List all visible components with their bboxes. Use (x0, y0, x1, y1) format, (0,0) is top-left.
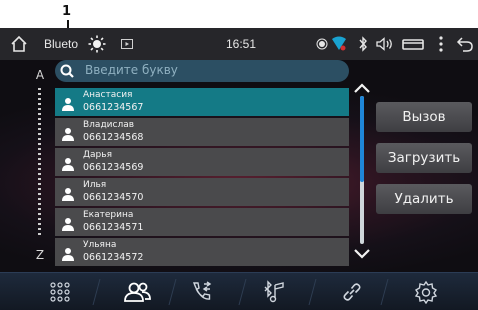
gps-icon (314, 28, 330, 60)
scroll-down-icon[interactable] (352, 246, 372, 260)
home-icon[interactable] (4, 28, 34, 60)
alphabet-dots (38, 88, 41, 238)
source-label: Blueto (44, 37, 79, 51)
contact-name: Владислав (83, 120, 135, 130)
clock: 16:51 (225, 37, 257, 51)
head-unit-screen: Blueto 16:51 A Z Введите букву Анастасия… (0, 28, 478, 310)
contact-phone: 0661234571 (83, 222, 144, 233)
person-icon (61, 246, 75, 261)
brightness-icon[interactable] (86, 28, 108, 60)
person-icon (61, 186, 75, 201)
call-button[interactable]: Вызов (376, 102, 472, 132)
back-icon[interactable] (454, 28, 476, 60)
scroll-up-icon[interactable] (352, 80, 372, 94)
search-icon (59, 63, 75, 79)
volume-icon[interactable] (374, 28, 396, 60)
contacts-icon[interactable] (108, 273, 168, 310)
contact-name: Анастасия (83, 90, 133, 100)
contact-phone: 0661234569 (83, 162, 144, 173)
contact-phone: 0661234567 (83, 102, 144, 113)
settings-icon[interactable] (396, 273, 456, 310)
search-placeholder: Введите букву (85, 63, 178, 77)
contact-phone: 0661234572 (83, 252, 144, 263)
contact-row-1[interactable]: Анастасия 0661234567 (55, 88, 349, 116)
alphabet-letter-a[interactable]: A (33, 68, 47, 82)
alphabet-index[interactable]: A Z (33, 68, 47, 264)
contact-name: Дарья (83, 150, 112, 160)
person-icon (61, 126, 75, 141)
callout-number: 1 (62, 4, 72, 19)
nav-divider (308, 279, 317, 305)
nav-divider (92, 279, 101, 305)
wifi-signal-icon (330, 28, 348, 60)
window-icon[interactable] (400, 28, 426, 60)
contact-name: Ульяна (83, 240, 117, 250)
contact-name: Илья (83, 180, 107, 190)
person-icon (61, 216, 75, 231)
contact-row-6[interactable]: Ульяна 0661234572 (55, 238, 349, 266)
alphabet-letter-z[interactable]: Z (33, 248, 47, 262)
status-bar: Blueto 16:51 (0, 28, 478, 60)
person-icon (61, 156, 75, 171)
contact-phone: 0661234568 (83, 132, 144, 143)
scrollbar-thumb[interactable] (360, 96, 364, 182)
media-icon[interactable] (118, 28, 136, 60)
bluetooth-icon (356, 28, 370, 60)
contact-phone: 0661234570 (83, 192, 144, 203)
search-input[interactable]: Введите букву (55, 60, 349, 82)
more-options-icon[interactable] (436, 28, 446, 60)
link-icon[interactable] (322, 273, 382, 310)
contact-row-5[interactable]: Екатерина 0661234571 (55, 208, 349, 236)
contact-name: Екатерина (83, 210, 134, 220)
contact-row-2[interactable]: Владислав 0661234568 (55, 118, 349, 146)
person-icon (61, 96, 75, 111)
bottom-nav-bar (0, 272, 478, 310)
contact-row-4[interactable]: Илья 0661234570 (55, 178, 349, 206)
contact-row-3[interactable]: Дарья 0661234569 (55, 148, 349, 176)
recent-calls-icon[interactable] (172, 273, 232, 310)
download-button[interactable]: Загрузить (376, 143, 472, 173)
delete-button[interactable]: Удалить (376, 184, 472, 214)
bluetooth-music-icon[interactable] (244, 273, 304, 310)
apps-icon[interactable] (30, 273, 90, 310)
